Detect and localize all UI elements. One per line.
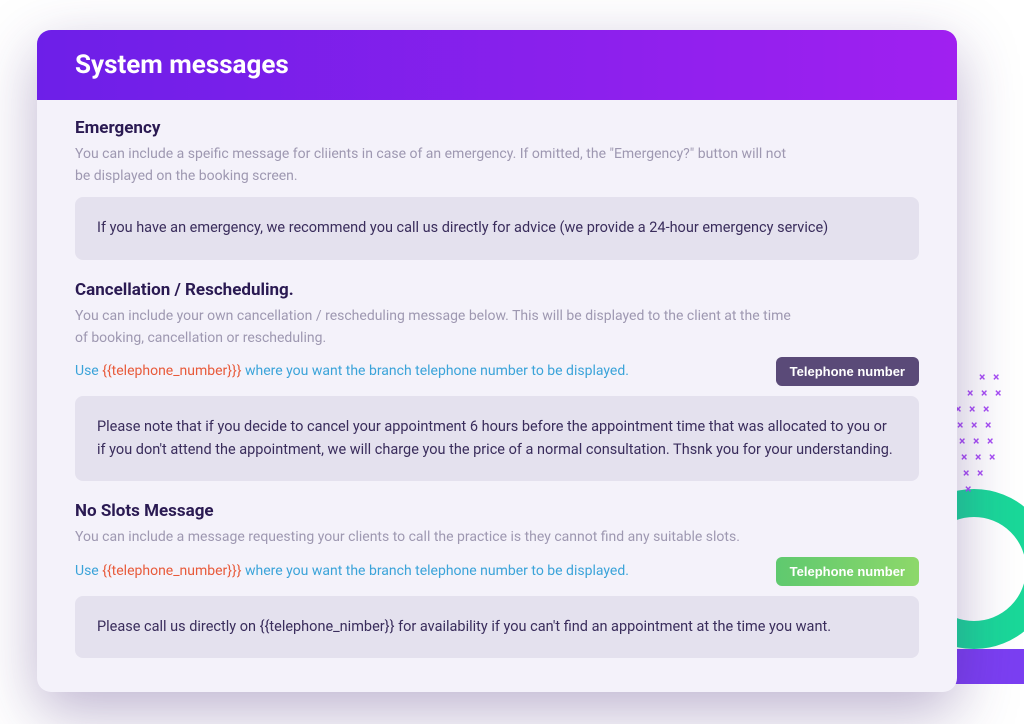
no-slots-message-input[interactable]: Please call us directly on {{telephone_n… [75, 596, 919, 658]
no-slots-hint-tail: where you want the branch telephone numb… [242, 563, 629, 579]
insert-telephone-button[interactable]: Telephone number [776, 357, 919, 386]
system-messages-card: System messages Emergency You can includ… [37, 30, 957, 692]
cancellation-hint-row: Use {{telephone_number}}} where you want… [75, 357, 919, 386]
no-slots-hint-use: Use [75, 563, 102, 579]
emergency-message-input[interactable]: If you have an emergency, we recommend y… [75, 197, 919, 259]
cancellation-hint-token: {{telephone_number}}} [102, 363, 241, 379]
cancellation-message-input[interactable]: Please note that if you decide to cancel… [75, 396, 919, 481]
card-header: System messages [37, 30, 957, 100]
insert-telephone-button-green[interactable]: Telephone number [776, 557, 919, 586]
no-slots-hint-row: Use {{telephone_number}}} where you want… [75, 557, 919, 586]
section-no-slots: No Slots Message You can include a messa… [75, 501, 919, 658]
no-slots-description: You can include a message requesting you… [75, 527, 795, 549]
cancellation-hint: Use {{telephone_number}}} where you want… [75, 361, 629, 382]
no-slots-title: No Slots Message [75, 501, 919, 521]
emergency-title: Emergency [75, 118, 919, 138]
section-emergency: Emergency You can include a speific mess… [75, 118, 919, 260]
page-title: System messages [75, 50, 919, 80]
card-body: Emergency You can include a speific mess… [37, 100, 957, 692]
cancellation-description: You can include your own cancellation / … [75, 306, 795, 349]
emergency-description: You can include a speific message for cl… [75, 144, 795, 187]
cancellation-title: Cancellation / Rescheduling. [75, 280, 919, 300]
section-cancellation: Cancellation / Rescheduling. You can inc… [75, 280, 919, 481]
cancellation-hint-tail: where you want the branch telephone numb… [242, 363, 629, 379]
cancellation-hint-use: Use [75, 363, 102, 379]
no-slots-hint-token: {{telephone_number}}} [102, 563, 241, 579]
no-slots-hint: Use {{telephone_number}}} where you want… [75, 561, 629, 582]
